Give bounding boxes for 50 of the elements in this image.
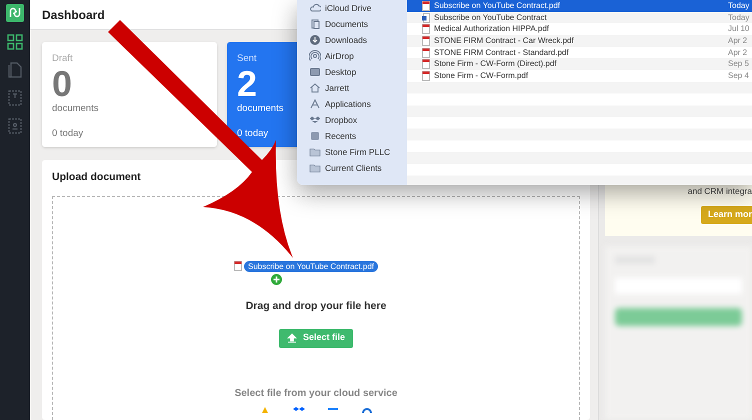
file-row[interactable]: Subscribe on YouTube Contract Today [407, 12, 752, 24]
sidebar-item[interactable]: Recents [309, 128, 407, 144]
sidebar-item[interactable]: Applications [309, 96, 407, 112]
card-label: Sent [237, 52, 257, 66]
sidebar-item[interactable]: Desktop [309, 64, 407, 80]
sidebar-item[interactable]: Documents [309, 16, 407, 32]
file-row[interactable]: Subscribe on YouTube Contract.pdf Today [407, 0, 752, 12]
drive-icon[interactable] [259, 406, 271, 412]
download-icon [309, 34, 321, 46]
recents-icon [309, 130, 321, 142]
sidebar-item[interactable]: Jarrett [309, 80, 407, 96]
home-icon [309, 82, 321, 94]
card-unit: documents [237, 102, 284, 116]
dashboard-icon[interactable] [7, 34, 23, 50]
promo-text: and CRM integra [688, 185, 752, 198]
card-count: 0 [52, 66, 72, 102]
drop-prompt: Drag and drop your file here [246, 298, 386, 314]
card-label: Draft [52, 52, 73, 66]
cloud-icon [309, 2, 321, 14]
contacts-icon[interactable] [8, 118, 22, 134]
cloud-label: Select file from your cloud service [234, 386, 398, 400]
file-row[interactable]: STONE FIRM Contract - Standard.pdf Apr 2 [407, 46, 752, 58]
upload-title: Upload document [52, 170, 142, 185]
template-icon[interactable] [8, 90, 22, 106]
documents-icon[interactable] [8, 62, 22, 78]
apps-icon [309, 98, 321, 110]
sidebar-item[interactable]: AirDrop [309, 48, 407, 64]
page-title: Dashboard [42, 6, 105, 24]
add-badge-icon [270, 274, 282, 285]
pdf-file-icon [234, 261, 242, 272]
sidebar-item[interactable]: Downloads [309, 32, 407, 48]
docs-icon [309, 18, 321, 30]
folder-icon [309, 162, 321, 174]
card-count: 2 [237, 66, 258, 102]
card-unit: documents [52, 102, 98, 116]
sidebar-item[interactable]: Dropbox [309, 112, 407, 128]
sidebar-item[interactable]: Current Clients [309, 160, 407, 176]
dropbox-icon [309, 114, 321, 126]
upload-icon [286, 333, 297, 343]
card-today: 0 today [52, 126, 84, 141]
sidebar-item[interactable]: iCloud Drive [309, 0, 407, 16]
dropbox-icon[interactable] [293, 406, 305, 412]
desktop-icon [309, 66, 321, 78]
airdrop-icon [309, 50, 321, 62]
pdf-file-icon [422, 0, 430, 11]
dragged-file-label: Subscribe on YouTube Contract.pdf [244, 260, 378, 272]
sidebar-item[interactable]: Stone Firm PLLC [309, 144, 407, 160]
logo-icon [6, 4, 24, 22]
document-file-icon [422, 12, 430, 23]
card-today: 0 today [237, 126, 268, 141]
